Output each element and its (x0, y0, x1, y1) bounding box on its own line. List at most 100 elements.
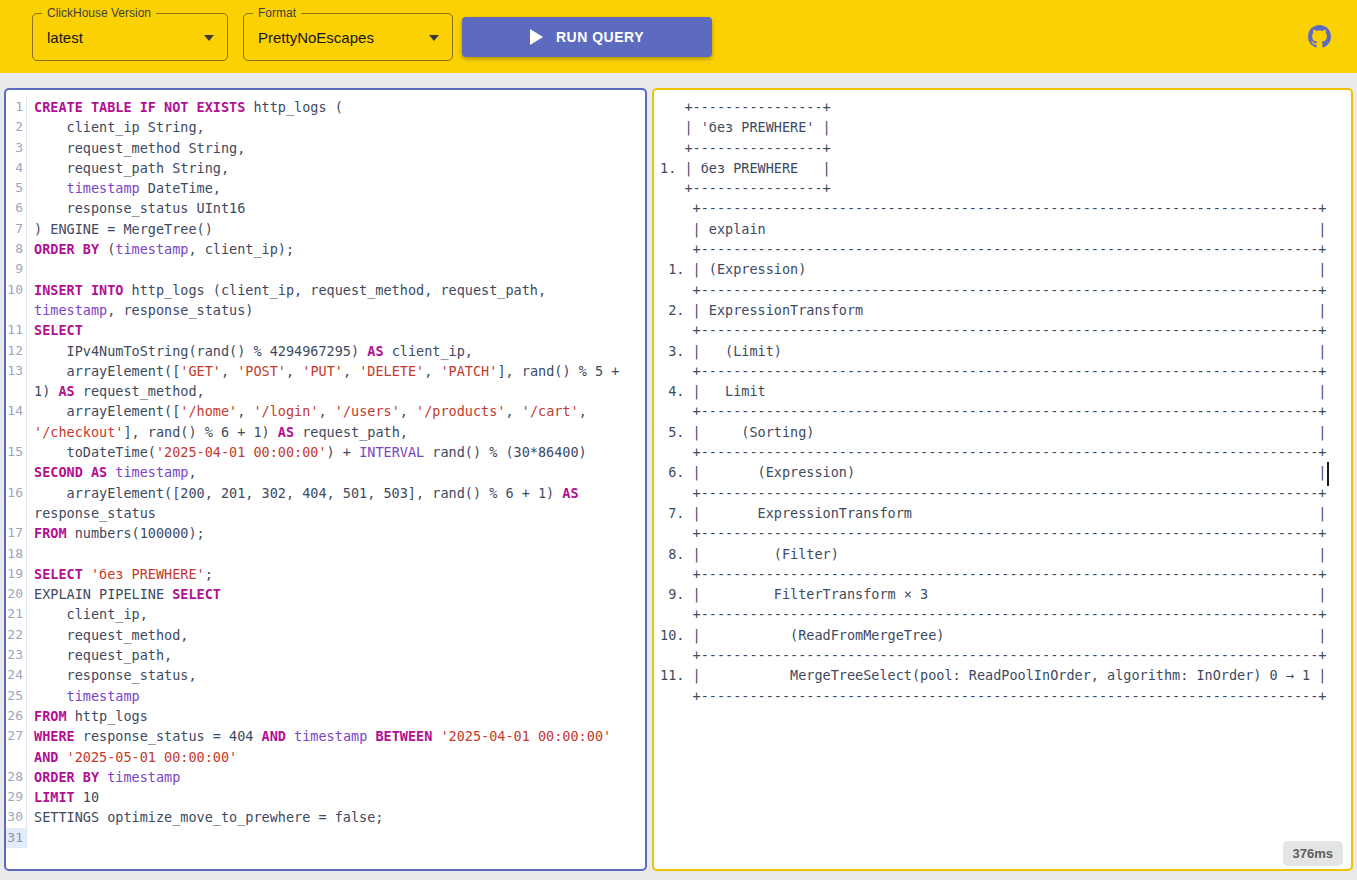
line-number: 20 (6, 584, 27, 604)
code-editor[interactable]: 1CREATE TABLE IF NOT EXISTS http_logs (2… (6, 90, 645, 848)
chevron-down-icon (204, 35, 214, 41)
code-line[interactable]: 27WHERE response_status = 404 AND timest… (6, 726, 645, 746)
code-text: arrayElement([200, 201, 302, 404, 501, 5… (27, 483, 645, 503)
code-line[interactable]: 8ORDER BY (timestamp, client_ip); (6, 239, 645, 259)
code-text: ORDER BY (timestamp, client_ip); (27, 239, 645, 259)
github-link[interactable] (1308, 25, 1331, 48)
code-line[interactable]: 31 (6, 828, 645, 848)
code-line[interactable]: 20EXPLAIN PIPELINE SELECT (6, 584, 645, 604)
run-query-label: RUN QUERY (556, 29, 644, 45)
code-text: timestamp DateTime, (27, 178, 645, 198)
code-text: SELECT 'без PREWHERE'; (27, 564, 645, 584)
chevron-down-icon (429, 35, 439, 41)
code-text: '/checkout'], rand() % 6 + 1) AS request… (27, 422, 645, 442)
code-line[interactable]: 30SETTINGS optimize_move_to_prewhere = f… (6, 807, 645, 827)
code-text: ) ENGINE = MergeTree() (27, 219, 645, 239)
code-line[interactable]: 9 (6, 259, 645, 279)
code-line[interactable]: SECOND AS timestamp, (6, 462, 645, 482)
code-line[interactable]: 22 request_method, (6, 625, 645, 645)
sql-editor-panel[interactable]: 1CREATE TABLE IF NOT EXISTS http_logs (2… (4, 88, 647, 871)
code-text (27, 259, 645, 279)
line-number (6, 503, 27, 523)
line-number: 12 (6, 341, 27, 361)
code-line[interactable]: 14 arrayElement(['/home', '/login', '/us… (6, 401, 645, 421)
code-text: EXPLAIN PIPELINE SELECT (27, 584, 645, 604)
code-text: SELECT (27, 320, 645, 340)
code-text: SECOND AS timestamp, (27, 462, 645, 482)
query-result-text[interactable]: +----------------+ | 'без PREWHERE' | +-… (654, 90, 1351, 706)
code-text: timestamp, response_status) (27, 300, 645, 320)
code-line[interactable]: timestamp, response_status) (6, 300, 645, 320)
code-line[interactable]: 3 request_method String, (6, 138, 645, 158)
line-number: 15 (6, 442, 27, 462)
code-line[interactable]: 24 response_status, (6, 665, 645, 685)
line-number: 13 (6, 361, 27, 381)
line-number: 21 (6, 604, 27, 624)
code-line[interactable]: 15 toDateTime('2025-04-01 00:00:00') + I… (6, 442, 645, 462)
format-select-value: PrettyNoEscapes (258, 29, 374, 46)
code-line[interactable]: 28ORDER BY timestamp (6, 767, 645, 787)
line-number: 7 (6, 219, 27, 239)
code-text: request_path String, (27, 158, 645, 178)
code-line[interactable]: AND '2025-05-01 00:00:00' (6, 747, 645, 767)
line-number: 28 (6, 767, 27, 787)
code-line[interactable]: 7) ENGINE = MergeTree() (6, 219, 645, 239)
code-line[interactable]: 10INSERT INTO http_logs (client_ip, requ… (6, 280, 645, 300)
code-text: arrayElement(['/home', '/login', '/users… (27, 401, 645, 421)
code-line[interactable]: 19SELECT 'без PREWHERE'; (6, 564, 645, 584)
github-icon (1308, 25, 1331, 48)
code-line[interactable]: 6 response_status UInt16 (6, 198, 645, 218)
clickhouse-version-select[interactable]: ClickHouse Version latest (32, 13, 228, 61)
line-number: 2 (6, 117, 27, 137)
line-number: 11 (6, 320, 27, 340)
version-select-label: ClickHouse Version (42, 6, 156, 21)
line-number (6, 422, 27, 442)
code-line[interactable]: 16 arrayElement([200, 201, 302, 404, 501… (6, 483, 645, 503)
code-line[interactable]: 21 client_ip, (6, 604, 645, 624)
code-text: IPv4NumToString(rand() % 4294967295) AS … (27, 341, 645, 361)
code-line[interactable]: 5 timestamp DateTime, (6, 178, 645, 198)
code-line[interactable]: 1) AS request_method, (6, 381, 645, 401)
code-line[interactable]: 13 arrayElement(['GET', 'POST', 'PUT', '… (6, 361, 645, 381)
code-line[interactable]: 29LIMIT 10 (6, 787, 645, 807)
code-text: LIMIT 10 (27, 787, 645, 807)
line-number: 4 (6, 158, 27, 178)
code-line[interactable]: 1CREATE TABLE IF NOT EXISTS http_logs ( (6, 97, 645, 117)
code-line[interactable]: 2 client_ip String, (6, 117, 645, 137)
code-line[interactable]: 18 (6, 544, 645, 564)
code-text: request_method String, (27, 138, 645, 158)
line-number: 27 (6, 726, 27, 746)
code-line[interactable]: 25 timestamp (6, 686, 645, 706)
code-line[interactable]: 26FROM http_logs (6, 706, 645, 726)
code-text: SETTINGS optimize_move_to_prewhere = fal… (27, 807, 645, 827)
code-text: response_status (27, 503, 645, 523)
format-select[interactable]: Format PrettyNoEscapes (243, 13, 453, 61)
code-text: client_ip, (27, 604, 645, 624)
line-number: 26 (6, 706, 27, 726)
code-line[interactable]: response_status (6, 503, 645, 523)
code-text: CREATE TABLE IF NOT EXISTS http_logs ( (27, 97, 645, 117)
line-number: 22 (6, 625, 27, 645)
code-line[interactable]: '/checkout'], rand() % 6 + 1) AS request… (6, 422, 645, 442)
code-line[interactable]: 4 request_path String, (6, 158, 645, 178)
code-text (27, 828, 645, 848)
line-number: 25 (6, 686, 27, 706)
line-number: 24 (6, 665, 27, 685)
line-number (6, 462, 27, 482)
code-text: client_ip String, (27, 117, 645, 137)
code-line[interactable]: 11SELECT (6, 320, 645, 340)
line-number: 10 (6, 280, 27, 300)
code-text: FROM numbers(100000); (27, 523, 645, 543)
code-line[interactable]: 23 request_path, (6, 645, 645, 665)
code-line[interactable]: 17FROM numbers(100000); (6, 523, 645, 543)
code-text: timestamp (27, 686, 645, 706)
line-number: 30 (6, 807, 27, 827)
run-query-button[interactable]: RUN QUERY (462, 17, 712, 57)
code-line[interactable]: 12 IPv4NumToString(rand() % 4294967295) … (6, 341, 645, 361)
code-text: 1) AS request_method, (27, 381, 645, 401)
play-icon (530, 29, 543, 45)
code-text: toDateTime('2025-04-01 00:00:00') + INTE… (27, 442, 645, 462)
format-select-label: Format (253, 6, 301, 21)
line-number: 17 (6, 523, 27, 543)
code-text: request_path, (27, 645, 645, 665)
